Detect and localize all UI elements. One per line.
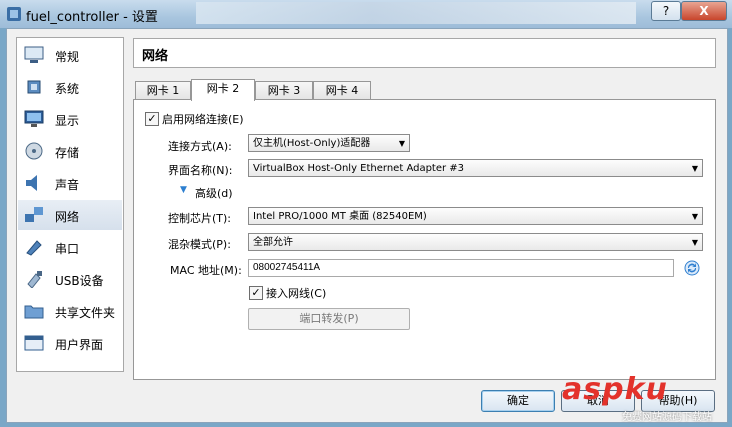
sidebar-label: 系统: [55, 82, 80, 96]
adapter-name-select[interactable]: VirtualBox Host-Only Ethernet Adapter #3…: [248, 159, 703, 177]
adapter-name-label: 界面名称(N):: [168, 164, 233, 177]
advanced-toggle-label[interactable]: 高级(d): [195, 185, 233, 201]
sidebar-label: 共享文件夹: [55, 306, 116, 320]
sidebar-label: 存储: [55, 146, 80, 160]
adapter-type-label: 控制芯片(T):: [168, 212, 232, 225]
cable-connected-label: 接入网线(C): [266, 287, 327, 300]
sidebar-item-shared-folders[interactable]: 共享文件夹: [18, 296, 122, 326]
tab-adapter-1[interactable]: 网卡 1: [135, 81, 191, 100]
ok-button[interactable]: 确定: [481, 390, 555, 412]
background-window-strip: [196, 2, 636, 24]
adapter-type-select[interactable]: Intel PRO/1000 MT 桌面 (82540EM) ▼: [248, 207, 703, 225]
watermark: aspku 免费网站源码下载站: [562, 372, 732, 427]
sidebar-item-audio[interactable]: 声音: [18, 168, 122, 198]
tab-adapter-2[interactable]: 网卡 2: [191, 79, 255, 101]
window-title: fuel_controller - 设置: [26, 10, 158, 25]
sidebar-item-usb[interactable]: USB设备: [18, 264, 122, 294]
adapter-name-value: VirtualBox Host-Only Ethernet Adapter #3: [253, 163, 465, 174]
promiscuous-mode-value: 全部允许: [253, 237, 293, 248]
system-chip-icon: [27, 80, 41, 94]
refresh-mac-icon[interactable]: [684, 260, 700, 276]
serial-port-icon: [26, 240, 42, 256]
attached-to-select[interactable]: 仅主机(Host-Only)适配器 ▼: [248, 134, 410, 152]
storage-disk-icon: [25, 142, 43, 160]
tab-adapter-4[interactable]: 网卡 4: [313, 81, 371, 100]
attached-to-label: 连接方式(A):: [168, 140, 232, 153]
sidebar-item-general[interactable]: 常规: [18, 40, 122, 70]
enable-adapter-checkbox[interactable]: ✓: [145, 112, 159, 126]
promiscuous-mode-label: 混杂模式(P):: [168, 238, 231, 251]
sidebar-label: 网络: [55, 210, 80, 224]
sidebar-item-network[interactable]: 网络: [18, 200, 122, 230]
sidebar-item-user-interface[interactable]: 用户界面: [18, 328, 122, 358]
settings-sidebar: 常规 系统 显示 存储 声音 网络 串口 USB设备 共享文件夹 用户界面: [16, 37, 124, 372]
sidebar-label: 串口: [55, 242, 80, 256]
enable-adapter-label: 启用网络连接(E): [162, 113, 244, 126]
general-icon: [24, 46, 44, 63]
adapter-type-value: Intel PRO/1000 MT 桌面 (82540EM): [253, 211, 427, 222]
network-icon: [25, 207, 43, 222]
watermark-subtitle: 免费网站源码下载站: [622, 412, 712, 423]
chevron-down-icon: ▼: [691, 164, 698, 173]
sidebar-item-system[interactable]: 系统: [18, 72, 122, 102]
cable-connected-checkbox[interactable]: ✓: [249, 286, 263, 300]
sidebar-item-display[interactable]: 显示: [18, 104, 122, 134]
sidebar-label: 用户界面: [55, 338, 104, 352]
usb-icon: [27, 271, 42, 288]
title-help-button[interactable]: ?: [651, 1, 681, 21]
title-close-button[interactable]: X: [681, 1, 727, 21]
sidebar-item-serial-port[interactable]: 串口: [18, 232, 122, 262]
page-header: 网络: [133, 38, 716, 68]
title-bar: fuel_controller - 设置 ? X: [0, 0, 732, 28]
mac-address-input[interactable]: [248, 259, 674, 277]
attached-to-value: 仅主机(Host-Only)适配器: [253, 138, 371, 149]
sidebar-item-storage[interactable]: 存储: [18, 136, 122, 166]
adapter-settings-panel: ✓ 启用网络连接(E) 连接方式(A): 仅主机(Host-Only)适配器 ▼…: [133, 99, 716, 380]
sidebar-label: 声音: [55, 178, 80, 192]
chevron-down-icon: ▼: [691, 238, 698, 247]
sidebar-label: 显示: [55, 114, 80, 128]
shared-folder-icon: [24, 305, 44, 319]
sidebar-label: 常规: [55, 50, 80, 64]
port-forwarding-button[interactable]: 端口转发(P): [248, 308, 410, 330]
speaker-icon: [26, 175, 37, 191]
virtualbox-app-icon: [7, 7, 21, 21]
page-title: 网络: [142, 49, 169, 64]
display-monitor-icon: [24, 110, 44, 127]
watermark-brand: aspku: [562, 372, 668, 407]
tab-adapter-3[interactable]: 网卡 3: [255, 81, 313, 100]
chevron-down-icon: ▼: [398, 139, 405, 148]
settings-dialog: 常规 系统 显示 存储 声音 网络 串口 USB设备 共享文件夹 用户界面 网络…: [6, 28, 728, 423]
advanced-toggle-icon[interactable]: ▼: [180, 185, 187, 195]
promiscuous-mode-select[interactable]: 全部允许 ▼: [248, 233, 703, 251]
sidebar-label: USB设备: [55, 274, 104, 288]
mac-address-label: MAC 地址(M):: [170, 264, 242, 277]
user-interface-icon: [24, 335, 44, 351]
chevron-down-icon: ▼: [691, 212, 698, 221]
